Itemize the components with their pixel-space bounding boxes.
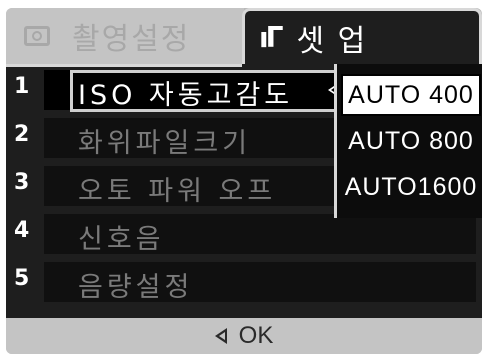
selection-highlight bbox=[70, 70, 342, 112]
menu-item-label: 화위파일크기 bbox=[78, 128, 252, 159]
menu-item-label: 오토 파워 오프 bbox=[78, 176, 277, 207]
tab-divider bbox=[6, 64, 242, 67]
tab-setup-label: 셋 업 bbox=[296, 23, 368, 59]
menu-item-number: 4 bbox=[14, 218, 30, 243]
option-auto-1600[interactable]: AUTO1600 bbox=[341, 166, 481, 208]
tools-icon: ıΓ bbox=[259, 21, 284, 54]
camera-icon bbox=[24, 26, 50, 46]
ok-label[interactable]: OK bbox=[239, 322, 274, 350]
menu-item-label: 신호음 bbox=[78, 224, 165, 255]
menu-frame: 촬영설정 ıΓ 셋 업 1 ISO 자동고감도 2 화위파일크기 3 오토 파워… bbox=[6, 8, 482, 354]
back-arrow-icon bbox=[214, 328, 227, 344]
menu-item-number: 2 bbox=[14, 122, 30, 147]
menu-item-number: 1 bbox=[14, 74, 30, 99]
menu-item-label: 음량설정 bbox=[78, 272, 194, 303]
menu-item-number: 5 bbox=[14, 266, 30, 291]
iso-options-dropdown[interactable]: AUTO 400 AUTO 800 AUTO1600 bbox=[334, 64, 482, 218]
tab-setup[interactable]: ıΓ 셋 업 bbox=[242, 8, 482, 64]
menu-item-volume[interactable]: 5 음량설정 bbox=[6, 260, 482, 304]
tab-shooting-label: 촬영설정 bbox=[72, 22, 191, 57]
menu-item-number: 3 bbox=[14, 170, 30, 195]
footer-bar: OK bbox=[6, 318, 482, 354]
option-auto-800[interactable]: AUTO 800 bbox=[341, 120, 481, 162]
camera-screen: 촬영설정 ıΓ 셋 업 1 ISO 자동고감도 2 화위파일크기 3 오토 파워… bbox=[0, 0, 488, 360]
option-auto-400[interactable]: AUTO 400 bbox=[341, 74, 481, 116]
tab-shooting-settings[interactable]: 촬영설정 bbox=[6, 8, 244, 64]
menu-item-beep[interactable]: 4 신호음 bbox=[6, 212, 482, 256]
